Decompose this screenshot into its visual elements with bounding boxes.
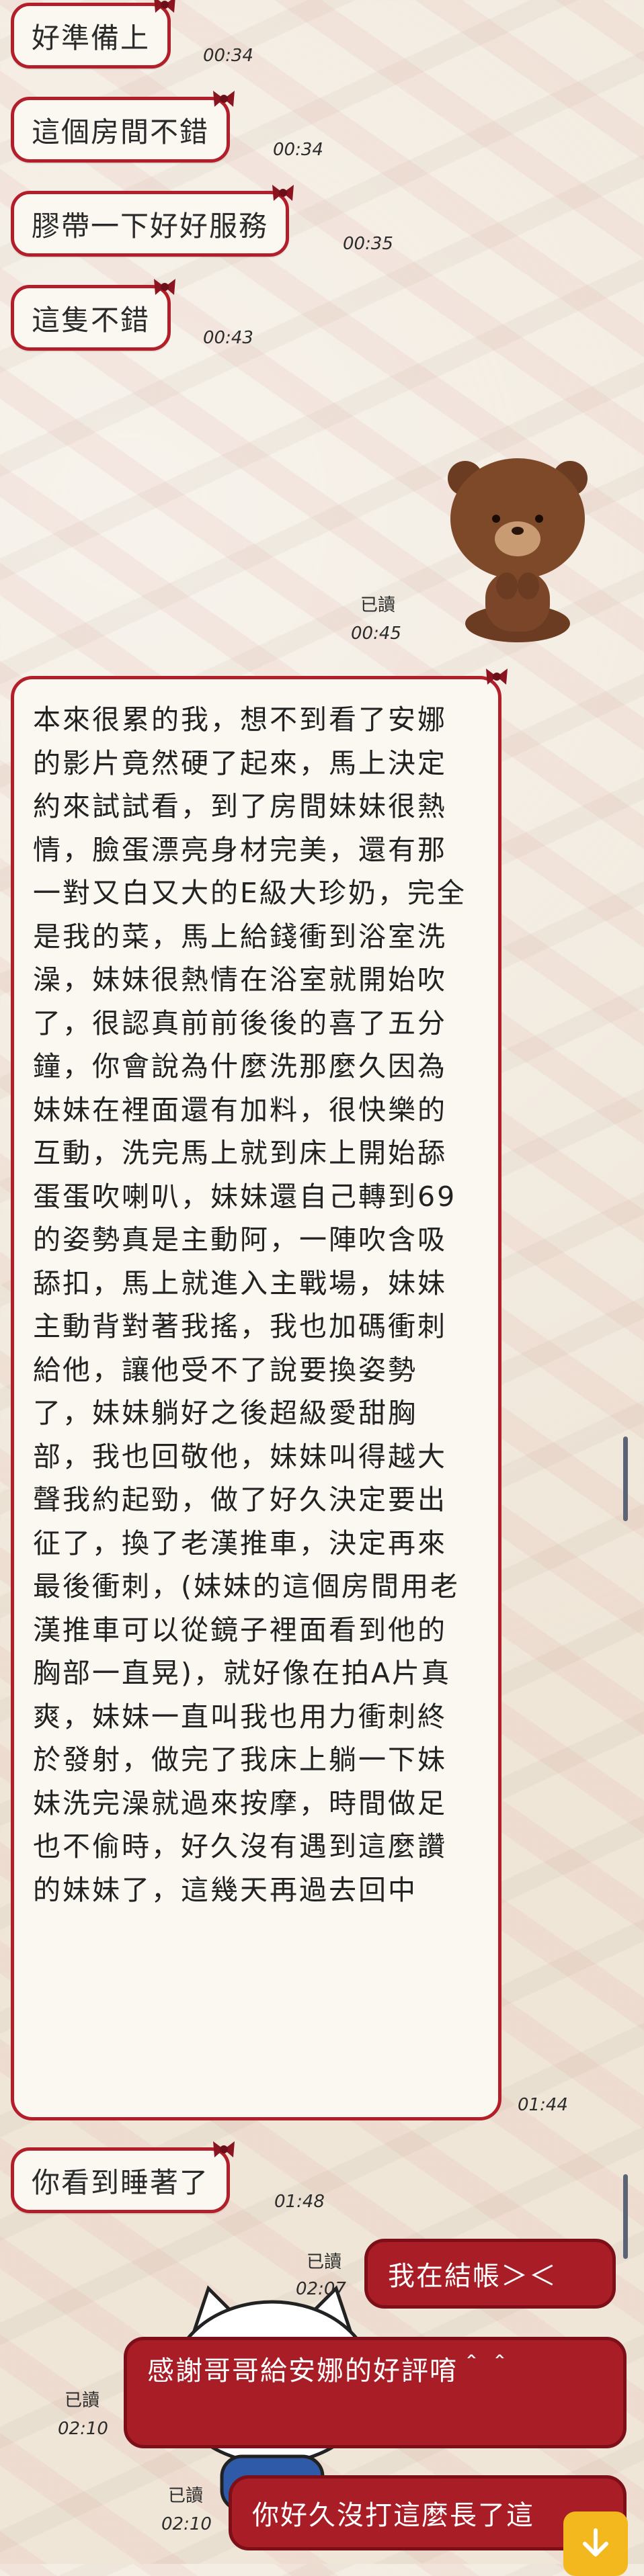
- incoming-message-bubble[interactable]: 好準備上: [11, 0, 175, 69]
- bow-icon: [272, 185, 294, 201]
- message-time: 00:34: [203, 46, 253, 66]
- bow-icon: [213, 91, 235, 107]
- message-time: 00:45: [351, 624, 401, 644]
- arrow-down-icon: [583, 2528, 608, 2557]
- incoming-message-bubble[interactable]: 這隻不錯: [11, 279, 176, 351]
- message-text: 好準備上: [32, 21, 151, 54]
- message-text: 膠帶一下好好服務: [32, 209, 269, 243]
- scroll-to-bottom-button[interactable]: [563, 2511, 628, 2576]
- outgoing-message-bubble[interactable]: 我在結帳＞＜: [364, 2239, 616, 2309]
- bow-icon: [154, 279, 176, 295]
- long-message-text: 本來很累的我，想不到看了安娜的影片竟然硬了起來，馬上決定約來試試看，到了房間妹妹…: [33, 703, 467, 1906]
- scrollbar-indicator[interactable]: [623, 2174, 628, 2259]
- incoming-message-bubble[interactable]: 膠帶一下好好服務: [11, 185, 294, 257]
- read-receipt: 已讀: [307, 2252, 342, 2272]
- message-time: 00:35: [343, 234, 393, 254]
- incoming-message-bubble[interactable]: 你看到睡著了: [11, 2141, 235, 2213]
- message-time: 02:10: [58, 2419, 108, 2439]
- chat-view[interactable]: 好準備上 00:34 這個房間不錯 00:34 膠帶一下好好服務 00:35 這…: [0, 0, 644, 2576]
- message-time: 00:43: [203, 328, 253, 348]
- read-receipt: 已讀: [65, 2391, 100, 2411]
- message-time: 01:48: [274, 2192, 325, 2212]
- message-time: 00:34: [273, 140, 323, 160]
- message-time: 02:10: [161, 2514, 212, 2534]
- brown-bear-sticker[interactable]: [437, 443, 598, 645]
- scrollbar-indicator[interactable]: [623, 1436, 628, 1521]
- bow-icon: [213, 2141, 235, 2157]
- read-receipt: 已讀: [168, 2486, 204, 2506]
- incoming-message-bubble[interactable]: 這個房間不錯: [11, 91, 235, 163]
- read-receipt: 已讀: [360, 595, 396, 615]
- bow-icon: [486, 669, 508, 685]
- message-text: 你看到睡著了: [32, 2165, 210, 2199]
- message-text: 這個房間不錯: [32, 115, 210, 148]
- long-message-bubble[interactable]: 本來很累的我，想不到看了安娜的影片竟然硬了起來，馬上決定約來試試看，到了房間妹妹…: [11, 669, 508, 2120]
- outgoing-message-bubble[interactable]: 感謝哥哥給安娜的好評唷＾＾: [124, 2337, 627, 2448]
- message-text: 我在結帳＞＜: [388, 2261, 557, 2292]
- message-text: 這隻不錯: [32, 303, 151, 337]
- message-time: 01:44: [518, 2095, 568, 2115]
- message-time: 02:07: [296, 2279, 346, 2299]
- message-text: 你好久沒打這麼長了這: [252, 2500, 534, 2531]
- message-text: 感謝哥哥給安娜的好評唷＾＾: [147, 2356, 514, 2387]
- bow-icon: [154, 0, 175, 13]
